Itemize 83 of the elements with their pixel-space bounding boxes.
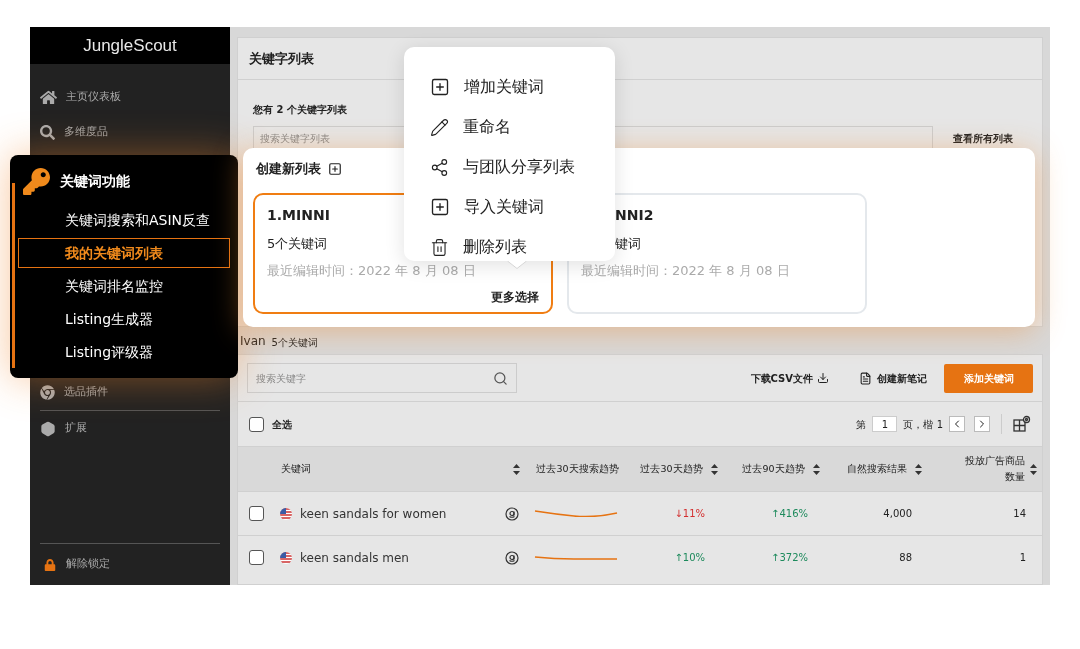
card-title: NNI2 [614, 206, 654, 225]
amazon-icon[interactable] [505, 550, 519, 565]
logo: JungleScout [83, 34, 177, 57]
page-title: 关键字列表 [249, 49, 314, 68]
flag-icon [280, 507, 292, 520]
menu-title: 关键词功能 [60, 171, 130, 191]
trash-icon [430, 237, 449, 257]
amazon-icon[interactable] [505, 506, 519, 521]
column-header: 投放广告商品数量 [964, 454, 1025, 484]
menu-item[interactable]: 导入关键词 [464, 195, 544, 219]
column-header: 过去30天搜索趋势 [535, 461, 620, 476]
menu-item[interactable]: 增加关键词 [464, 75, 544, 99]
page-total: 页，楷 1 [903, 417, 943, 432]
ad-products-cell-text: 14 [1012, 507, 1027, 521]
column-header: 关键词 [281, 461, 311, 476]
keyword-cell-text: keen sandals men [300, 549, 409, 567]
checkbox[interactable] [248, 506, 264, 521]
sort-icon[interactable] [812, 463, 820, 475]
home-icon [40, 89, 57, 106]
trend-cell-text: ↓11% [673, 507, 706, 521]
keyword-cell-text: keen sandals for women [300, 505, 447, 523]
unlock-link[interactable]: 解除锁定 [66, 556, 110, 573]
sort-icon[interactable] [513, 463, 520, 475]
trend-cell-text: ↑416% [770, 507, 809, 521]
card-edited-time: 最近编辑时间：2022 年 8 月 08 日 [267, 261, 476, 280]
document-icon [859, 371, 872, 385]
sort-icon[interactable] [710, 463, 718, 475]
add-icon [430, 77, 450, 97]
sort-icon[interactable] [915, 463, 922, 475]
ad-products-cell-text: 1 [1018, 551, 1027, 565]
lock-icon [44, 558, 56, 571]
hexagon-icon [40, 420, 56, 437]
column-header: 过去90天趋势 [742, 461, 805, 476]
sidebar-item[interactable]: 选品插件 [64, 384, 108, 401]
page-field[interactable]: 1 [872, 416, 898, 432]
menu-item[interactable]: Listing生成器 [18, 304, 230, 334]
pencil-icon [430, 117, 449, 137]
list-count: 您有 2 个关键字列表 [253, 104, 347, 115]
search-placeholder: 搜索关键字 [256, 371, 306, 386]
browser-icon [40, 385, 55, 400]
download-icon [817, 372, 829, 384]
search-icon [40, 125, 55, 140]
column-header: 过去30天趋势 [640, 461, 703, 476]
menu-item[interactable]: 删除列表 [463, 235, 527, 259]
checkbox[interactable] [248, 550, 264, 565]
organic-results-cell-text: 4,000 [882, 507, 913, 521]
trend-cell-text: ↑372% [770, 551, 809, 565]
card-title: 1.MINNI [267, 206, 330, 225]
list-name: Ivan [240, 333, 266, 350]
sidebar-item[interactable]: 多维度品 [64, 124, 108, 141]
keyword-count: 5个关键词 [271, 336, 318, 350]
trend-cell-text: ↑10% [673, 551, 706, 565]
download-csv-button[interactable]: 下载CSV文件 [750, 370, 829, 386]
card-keyword-count: 5个关键词 [267, 235, 328, 253]
menu-item[interactable]: 与团队分享列表 [463, 155, 575, 179]
menu-item[interactable]: Listing评级器 [18, 337, 230, 367]
card-keyword-count: 键词 [614, 235, 641, 253]
menu-item[interactable]: 关键词搜索和ASIN反查 [18, 205, 230, 235]
column-header: 自然搜索结果 [847, 461, 907, 476]
flag-icon [280, 551, 292, 564]
add-icon [328, 162, 342, 176]
new-note-button[interactable]: 创建新笔记 [859, 370, 927, 386]
sort-icon[interactable] [1030, 463, 1037, 475]
sidebar-item[interactable]: 主页仪表板 [66, 89, 121, 106]
more-options-link[interactable]: 更多选择 [491, 288, 539, 306]
create-list-title: 创建新列表 [256, 160, 321, 179]
view-all-link[interactable]: 查看所有列表 [953, 131, 1013, 146]
menu-item[interactable]: 重命名 [463, 115, 511, 139]
search-icon [493, 370, 508, 386]
card-edited-time: 最近编辑时间：2022 年 8 月 08 日 [581, 261, 790, 280]
organic-results-cell-text: 88 [898, 551, 913, 565]
add-icon [430, 197, 450, 217]
select-all-label: 全选 [272, 417, 292, 432]
table-settings-icon[interactable] [1013, 415, 1031, 433]
menu-item[interactable]: 关键词排名监控 [18, 271, 230, 301]
next-page-button[interactable] [974, 416, 990, 432]
menu-item[interactable]: 我的关键词列表 [18, 238, 230, 268]
checkbox[interactable] [249, 416, 264, 432]
page-label: 第 [856, 417, 867, 432]
previous-page-button[interactable] [949, 416, 965, 432]
share-icon [430, 157, 449, 177]
key-icon [23, 167, 50, 195]
sidebar-item[interactable]: 扩展 [65, 420, 87, 437]
